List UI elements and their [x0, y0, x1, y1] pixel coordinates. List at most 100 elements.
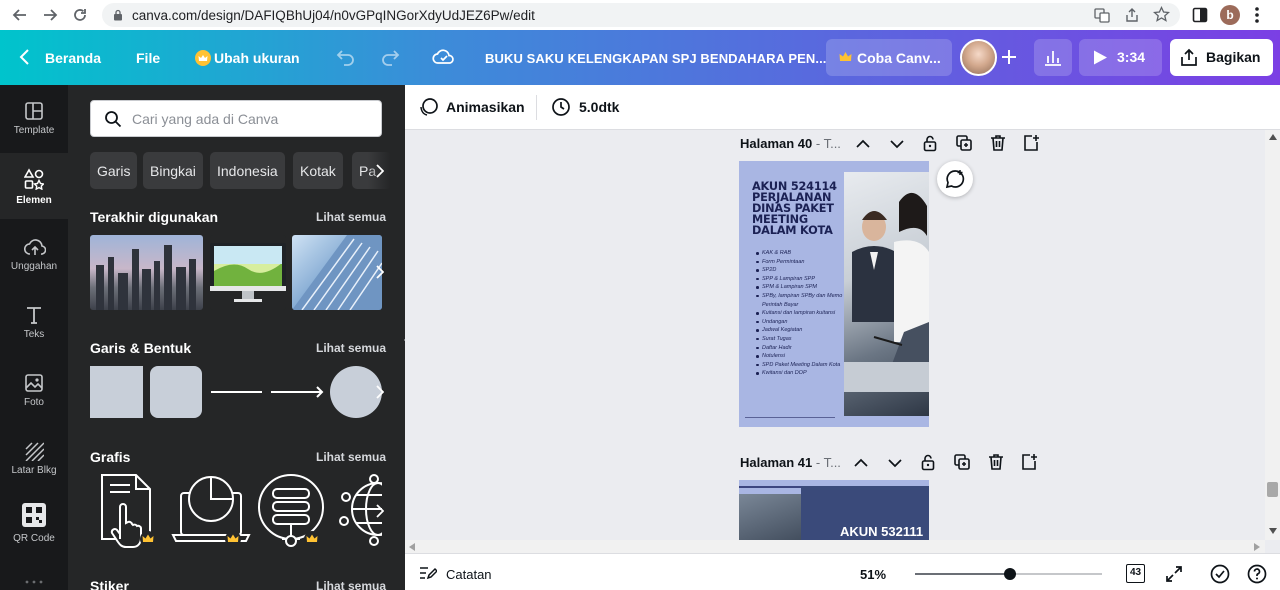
- shape-arrow-line[interactable]: [271, 385, 324, 399]
- duplicate-page-icon[interactable]: [955, 134, 973, 152]
- translate-icon[interactable]: [1094, 7, 1110, 23]
- notes-button[interactable]: Catatan: [446, 567, 492, 582]
- scroll-down-arrow-icon[interactable]: [1269, 528, 1277, 534]
- side-panel-icon[interactable]: [1192, 7, 1208, 23]
- scroll-left-arrow-icon[interactable]: [409, 543, 415, 551]
- see-all-stickers-link[interactable]: Lihat semua: [316, 579, 386, 590]
- rail-item-qr-code[interactable]: QR Code: [0, 493, 68, 559]
- forward-arrow-icon[interactable]: [40, 5, 60, 25]
- page-41-title[interactable]: Halaman 41 - T...: [740, 455, 841, 470]
- see-all-shapes-link[interactable]: Lihat semua: [316, 341, 386, 355]
- document-title[interactable]: BUKU SAKU KELENGKAPAN SPJ BENDAHARA PEN.…: [485, 51, 827, 66]
- chevron-left-icon[interactable]: [18, 48, 32, 66]
- share-page-icon[interactable]: [1124, 7, 1140, 23]
- try-pro-button[interactable]: Coba Canv...: [826, 39, 952, 76]
- shape-rounded-square[interactable]: [150, 366, 202, 418]
- more-apps-icon[interactable]: [24, 579, 44, 585]
- list-item: Jadwal Kegiatan: [755, 326, 843, 335]
- animate-button[interactable]: Animasikan: [446, 99, 525, 115]
- search-input[interactable]: Cari yang ada di Canva: [90, 100, 382, 137]
- reload-icon[interactable]: [70, 5, 90, 25]
- back-arrow-icon[interactable]: [10, 5, 30, 25]
- scroll-right-arrow-icon[interactable]: [1254, 543, 1260, 551]
- rail-item-template[interactable]: Template: [0, 85, 68, 151]
- graphic-hand-document[interactable]: [98, 473, 158, 548]
- lock-page-icon[interactable]: [919, 453, 937, 471]
- chevron-right-icon[interactable]: [370, 161, 390, 181]
- graphic-database[interactable]: [256, 473, 328, 548]
- resize-button[interactable]: Ubah ukuran: [214, 50, 300, 66]
- scroll-thumb[interactable]: [1267, 482, 1278, 497]
- page-40-canvas[interactable]: AKUN 524114 PERJALANAN DINAS PAKET MEETI…: [739, 161, 929, 427]
- file-menu-button[interactable]: File: [136, 50, 160, 66]
- chevron-up-icon[interactable]: [854, 135, 872, 153]
- address-bar[interactable]: canva.com/design/DAFIQBhUj04/n0vGPqINGor…: [102, 3, 1180, 27]
- page-41-heading[interactable]: AKUN 532111: [840, 524, 923, 539]
- kebab-menu-icon[interactable]: [1254, 6, 1260, 24]
- trash-icon[interactable]: [989, 134, 1007, 152]
- recent-thumbnail-city[interactable]: [90, 235, 203, 310]
- chip-bingkai[interactable]: Bingkai: [143, 152, 203, 189]
- recent-thumbnail-monitor[interactable]: [210, 235, 286, 310]
- share-button[interactable]: Bagikan: [1170, 39, 1273, 76]
- lock-page-icon[interactable]: [921, 134, 939, 152]
- present-button[interactable]: 3:34: [1079, 39, 1162, 76]
- recent-thumbnail-building[interactable]: [292, 235, 382, 310]
- rail-item-uploads[interactable]: Unggahan: [0, 221, 68, 287]
- rail-item-background[interactable]: Latar Blkg: [0, 425, 68, 491]
- see-all-recent-link[interactable]: Lihat semua: [316, 210, 386, 224]
- add-collaborator-icon[interactable]: [1000, 48, 1018, 66]
- zoom-value[interactable]: 51%: [860, 567, 886, 582]
- bookmark-star-icon[interactable]: [1153, 6, 1170, 23]
- horizontal-scrollbar[interactable]: [405, 540, 1265, 553]
- chip-kotak[interactable]: Kotak: [293, 152, 343, 189]
- add-page-icon[interactable]: [1022, 134, 1040, 152]
- page-41-title-rest: - T...: [812, 455, 841, 470]
- business-meeting-photo[interactable]: [844, 172, 929, 416]
- section-title-shapes: Garis & Bentuk: [90, 340, 192, 356]
- editor-footer: Catatan 51% 43: [405, 553, 1280, 590]
- vertical-scrollbar[interactable]: [1265, 130, 1280, 540]
- page-40-checklist[interactable]: KAK & RAB Form Permintaan SP2D SPP & Lam…: [755, 249, 843, 378]
- rail-item-text[interactable]: Teks: [0, 289, 68, 355]
- trash-icon[interactable]: [987, 453, 1005, 471]
- redo-icon[interactable]: [380, 48, 400, 66]
- see-all-graphics-link[interactable]: Lihat semua: [316, 450, 386, 464]
- shape-line[interactable]: [211, 391, 262, 393]
- chip-garis[interactable]: Garis: [90, 152, 138, 189]
- list-item: SPM & Lampiran SPM: [755, 283, 843, 292]
- insights-button[interactable]: [1034, 39, 1072, 76]
- rail-item-photos[interactable]: Foto: [0, 357, 68, 423]
- page-40-title[interactable]: Halaman 40 - T...: [740, 136, 841, 151]
- chevron-right-icon[interactable]: [370, 501, 390, 521]
- zoom-slider-track[interactable]: [915, 568, 1102, 580]
- page-40-heading[interactable]: AKUN 524114 PERJALANAN DINAS PAKET MEETI…: [752, 181, 842, 236]
- shape-square[interactable]: [90, 366, 143, 418]
- undo-icon[interactable]: [336, 48, 356, 66]
- help-icon[interactable]: [1247, 564, 1267, 584]
- check-circle-icon[interactable]: [1210, 564, 1230, 584]
- chevron-down-icon[interactable]: [886, 454, 904, 472]
- fullscreen-icon[interactable]: [1165, 565, 1183, 583]
- rail-item-elements[interactable]: Elemen: [0, 153, 68, 219]
- chip-indonesia[interactable]: Indonesia: [210, 152, 285, 189]
- cloud-saved-icon[interactable]: [432, 48, 456, 66]
- chevron-up-icon[interactable]: [852, 454, 870, 472]
- rail-label: Teks: [23, 329, 45, 340]
- list-item: Undangan: [755, 318, 843, 327]
- timing-button[interactable]: 5.0dtk: [579, 99, 619, 115]
- user-avatar[interactable]: [960, 39, 997, 76]
- page-41-canvas[interactable]: AKUN 532111: [739, 480, 929, 540]
- home-button[interactable]: Beranda: [45, 50, 101, 66]
- add-page-icon[interactable]: [1020, 453, 1038, 471]
- chevron-down-icon[interactable]: [888, 135, 906, 153]
- duplicate-page-icon[interactable]: [953, 453, 971, 471]
- scroll-up-arrow-icon[interactable]: [1269, 134, 1277, 140]
- chevron-right-icon[interactable]: [370, 262, 390, 282]
- add-comment-button[interactable]: [937, 161, 973, 197]
- page-grid-button[interactable]: 43: [1126, 564, 1145, 583]
- profile-avatar[interactable]: b: [1220, 5, 1240, 25]
- graphic-laptop-chart[interactable]: [171, 473, 251, 548]
- zoom-slider-handle[interactable]: [1004, 568, 1016, 580]
- chevron-right-icon[interactable]: [370, 382, 390, 402]
